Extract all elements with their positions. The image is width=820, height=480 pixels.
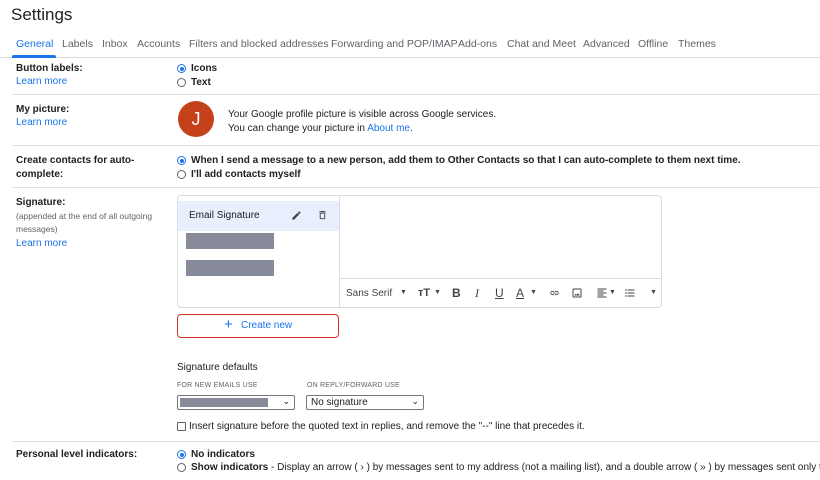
radio-text[interactable] bbox=[177, 78, 186, 87]
insert-image-icon[interactable] bbox=[571, 287, 583, 299]
font-size-icon[interactable]: тT bbox=[418, 287, 430, 299]
bulleted-list-icon[interactable] bbox=[624, 287, 636, 299]
about-me-link[interactable]: About me bbox=[367, 123, 410, 134]
tab-chat-and-meet[interactable]: Chat and Meet bbox=[507, 38, 576, 50]
page-title: Settings bbox=[11, 5, 73, 24]
redacted-select-value bbox=[180, 398, 268, 407]
signature-list: Email Signature bbox=[178, 196, 340, 307]
signature-list-item[interactable]: Email Signature bbox=[178, 201, 339, 231]
divider bbox=[12, 187, 820, 188]
chevron-down-icon: ⌄ bbox=[411, 396, 419, 406]
italic-icon[interactable]: I bbox=[475, 286, 479, 301]
new-emails-caption: FOR NEW EMAILS USE bbox=[177, 382, 258, 389]
show-indicators-label: Show indicators bbox=[191, 462, 269, 473]
more-formatting-icon[interactable]: ▼ bbox=[650, 289, 657, 296]
tab-labels[interactable]: Labels bbox=[62, 38, 93, 50]
divider bbox=[12, 94, 820, 95]
text-color-dropdown-icon[interactable]: ▼ bbox=[530, 289, 537, 296]
align-dropdown-icon[interactable]: ▼ bbox=[609, 289, 616, 296]
create-contacts-label-line1: Create contacts for auto- bbox=[16, 155, 135, 166]
signature-editor: Email Signature Sans Serif ▼ тT ▼ B I U … bbox=[177, 195, 662, 308]
create-contacts-label-line2: complete: bbox=[16, 169, 64, 180]
radio-no-indicators-label: No indicators bbox=[191, 449, 255, 460]
my-picture-label: My picture: bbox=[16, 104, 70, 115]
tab-general[interactable]: General bbox=[16, 38, 53, 50]
divider bbox=[12, 441, 820, 442]
signature-name: Email Signature bbox=[189, 210, 260, 221]
font-size-dropdown-icon[interactable]: ▼ bbox=[434, 289, 441, 296]
picture-info-line1: Your Google profile picture is visible a… bbox=[228, 109, 497, 120]
link-icon[interactable] bbox=[548, 288, 561, 298]
align-icon[interactable] bbox=[596, 287, 608, 299]
create-new-signature-button[interactable]: + Create new bbox=[177, 314, 339, 338]
my-picture-learn-more[interactable]: Learn more bbox=[16, 117, 67, 128]
radio-auto-add-contacts[interactable] bbox=[177, 156, 186, 165]
radio-text-label: Text bbox=[191, 77, 211, 88]
font-dropdown-icon[interactable]: ▼ bbox=[400, 289, 407, 296]
tab-offline[interactable]: Offline bbox=[638, 38, 668, 50]
button-labels-label: Button labels: bbox=[16, 63, 83, 74]
new-emails-signature-select[interactable]: ⌄ bbox=[177, 395, 295, 410]
reply-caption: ON REPLY/FORWARD USE bbox=[307, 382, 400, 389]
redacted-signature-1[interactable] bbox=[186, 233, 274, 249]
plus-icon: + bbox=[224, 316, 233, 333]
signature-learn-more[interactable]: Learn more bbox=[16, 238, 67, 249]
font-family-select[interactable]: Sans Serif bbox=[346, 288, 392, 299]
active-tab-indicator bbox=[12, 55, 56, 58]
radio-show-indicators-text: Show indicators - Display an arrow ( › )… bbox=[191, 461, 820, 474]
show-indicators-description: - Display an arrow ( › ) by messages sen… bbox=[268, 462, 820, 473]
create-new-label: Create new bbox=[241, 320, 293, 331]
formatting-toolbar: Sans Serif ▼ тT ▼ B I U A ▼ ▼ ▼ bbox=[340, 278, 662, 307]
radio-icons-label: Icons bbox=[191, 63, 218, 74]
insert-signature-label: Insert signature before the quoted text … bbox=[189, 421, 585, 432]
underline-icon[interactable]: U bbox=[495, 286, 504, 300]
tab-add-ons[interactable]: Add-ons bbox=[458, 38, 497, 50]
picture-info-line2: You can change your picture in About me. bbox=[228, 122, 413, 135]
button-labels-learn-more[interactable]: Learn more bbox=[16, 76, 67, 87]
signature-note-line2: messages) bbox=[16, 224, 58, 234]
tab-advanced[interactable]: Advanced bbox=[583, 38, 630, 50]
edit-icon[interactable] bbox=[291, 210, 302, 221]
reply-signature-select[interactable]: No signature ⌄ bbox=[306, 395, 424, 410]
signature-label: Signature: bbox=[16, 197, 66, 208]
text-color-icon[interactable]: A bbox=[516, 286, 524, 300]
radio-add-contacts-myself-label: I'll add contacts myself bbox=[191, 169, 301, 180]
tab-inbox[interactable]: Inbox bbox=[102, 38, 128, 50]
picture-info-suffix: . bbox=[410, 123, 413, 134]
tab-forwarding[interactable]: Forwarding and POP/IMAP bbox=[331, 38, 458, 50]
avatar[interactable]: J bbox=[178, 101, 214, 137]
radio-auto-add-contacts-label: When I send a message to a new person, a… bbox=[191, 155, 741, 166]
tab-themes[interactable]: Themes bbox=[678, 38, 716, 50]
radio-show-indicators[interactable] bbox=[177, 463, 186, 472]
chevron-down-icon: ⌄ bbox=[282, 396, 290, 406]
redacted-signature-2[interactable] bbox=[186, 260, 274, 276]
tab-accounts[interactable]: Accounts bbox=[137, 38, 180, 50]
tab-filters[interactable]: Filters and blocked addresses bbox=[189, 38, 329, 50]
signature-note-line1: (appended at the end of all outgoing bbox=[16, 211, 153, 221]
radio-add-contacts-myself[interactable] bbox=[177, 170, 186, 179]
signature-defaults-title: Signature defaults bbox=[177, 362, 258, 373]
bold-icon[interactable]: B bbox=[452, 286, 461, 300]
insert-signature-checkbox[interactable] bbox=[177, 422, 186, 431]
settings-tabs: General Labels Inbox Accounts Filters an… bbox=[0, 34, 820, 58]
reply-signature-value: No signature bbox=[311, 397, 368, 408]
radio-icons[interactable] bbox=[177, 64, 186, 73]
picture-info-prefix: You can change your picture in bbox=[228, 123, 368, 134]
personal-level-label: Personal level indicators: bbox=[16, 449, 138, 460]
radio-no-indicators[interactable] bbox=[177, 450, 186, 459]
divider bbox=[12, 145, 820, 146]
delete-icon[interactable] bbox=[317, 209, 328, 221]
